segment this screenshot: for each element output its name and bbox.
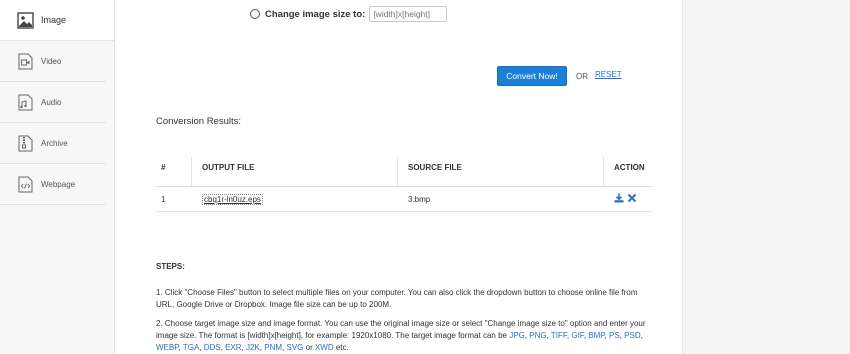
results-title: Conversion Results:: [156, 116, 242, 127]
source-file-name: 3.bmp: [408, 195, 431, 204]
col-divider: [603, 157, 604, 186]
convert-now-button[interactable]: Convert Now!: [497, 66, 567, 86]
col-divider: [397, 157, 398, 186]
sidebar-item-image[interactable]: Image: [0, 0, 114, 41]
format-separator: ,: [640, 331, 643, 340]
sidebar-item-webpage[interactable]: Webpage: [0, 164, 106, 205]
or-separator: OR: [576, 72, 588, 81]
download-icon[interactable]: [614, 193, 624, 203]
step-1: 1. Click "Choose Files" button to select…: [156, 288, 638, 309]
format-link[interactable]: PNM: [264, 343, 282, 352]
results-table: # OUTPUT FILE SOURCE FILE ACTION 1 cbq1r…: [156, 157, 652, 212]
sidebar-item-archive[interactable]: Archive: [0, 123, 106, 164]
image-icon: [17, 11, 34, 29]
sidebar-item-label: Webpage: [41, 179, 76, 189]
resize-label: Change image size to:: [265, 8, 366, 20]
format-link[interactable]: XWD: [315, 343, 334, 352]
format-link[interactable]: DDS: [204, 343, 221, 352]
table-row: 1 cbq1r-ln0uz.eps 3.bmp: [156, 187, 652, 212]
format-link[interactable]: SVG: [286, 343, 303, 352]
sidebar-item-label: Video: [41, 56, 62, 66]
steps-title: STEPS:: [156, 262, 185, 271]
sidebar-item-label: Audio: [41, 97, 62, 107]
format-link[interactable]: JPG: [509, 331, 525, 340]
resize-option: Change image size to:: [250, 5, 448, 23]
sidebar: Image Video Audio Archive Webpage: [0, 0, 115, 354]
resize-input[interactable]: [369, 6, 448, 22]
format-link[interactable]: BMP: [588, 331, 604, 340]
row-number: 1: [161, 195, 166, 204]
sidebar-item-video[interactable]: Video: [0, 41, 106, 82]
format-link[interactable]: PSD: [624, 331, 640, 340]
or-word: or: [303, 343, 315, 352]
format-link[interactable]: WEBP: [156, 343, 179, 352]
format-link[interactable]: J2K: [246, 343, 260, 352]
video-icon: [18, 53, 33, 69]
format-link[interactable]: TIFF: [551, 331, 567, 340]
format-link[interactable]: PNG: [529, 331, 546, 340]
reset-link[interactable]: RESET: [595, 70, 622, 79]
sidebar-item-label: Archive: [41, 138, 68, 148]
audio-icon: [18, 94, 33, 110]
table-header: # OUTPUT FILE SOURCE FILE ACTION: [156, 157, 652, 187]
right-panel: [682, 0, 850, 354]
col-number: #: [161, 163, 166, 172]
archive-icon: [18, 135, 33, 151]
delete-icon[interactable]: [627, 193, 637, 203]
col-divider: [191, 157, 192, 186]
format-link[interactable]: GIF: [571, 331, 583, 340]
webpage-icon: [18, 176, 33, 192]
format-link[interactable]: TGA: [183, 343, 199, 352]
col-action: ACTION: [614, 163, 645, 172]
format-link[interactable]: EXR: [225, 343, 241, 352]
output-file-link[interactable]: cbq1r-ln0uz.eps: [202, 194, 263, 205]
output-file-name[interactable]: cbq1r-ln0uz.eps: [202, 194, 263, 205]
format-link[interactable]: PS: [609, 331, 620, 340]
etc-text: etc.: [333, 343, 349, 352]
sidebar-item-label: Image: [41, 15, 67, 25]
col-source-file: SOURCE FILE: [408, 163, 462, 172]
row-actions: [614, 193, 637, 203]
step-2: 2. Choose target image size and image fo…: [156, 318, 656, 354]
resize-radio[interactable]: [250, 9, 260, 19]
sidebar-item-audio[interactable]: Audio: [0, 82, 106, 123]
col-output-file: OUTPUT FILE: [202, 163, 255, 172]
